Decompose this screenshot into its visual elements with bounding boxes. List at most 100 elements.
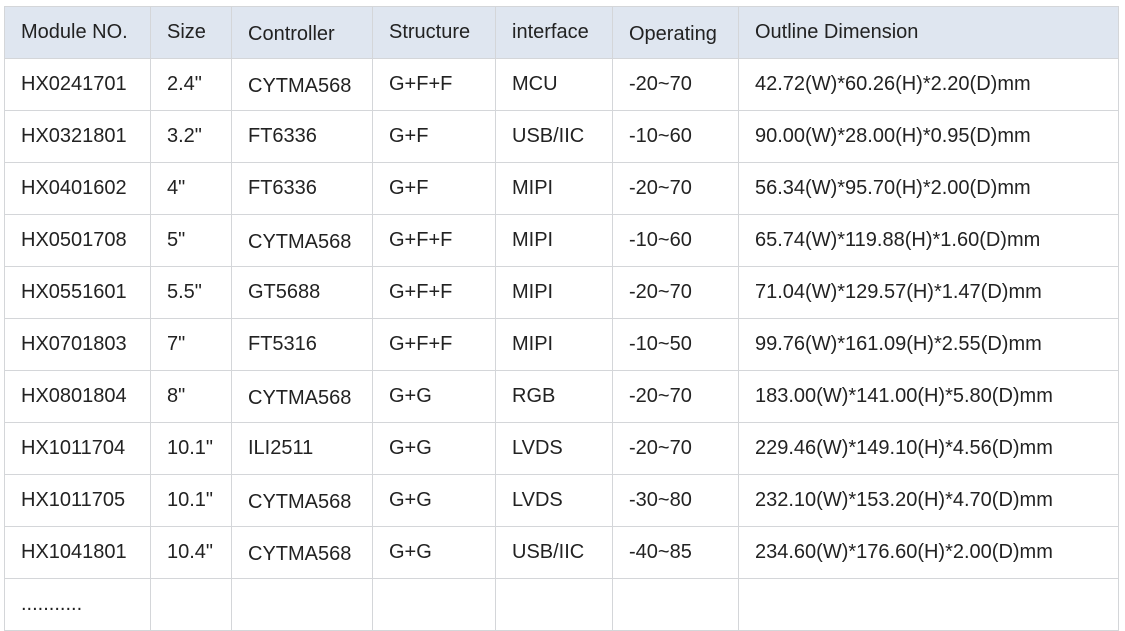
- cell-structure: G+G: [372, 422, 496, 475]
- cell-structure: G+F+F: [372, 58, 496, 111]
- cell-controller: GT5688: [231, 266, 373, 319]
- cell-empty: [372, 578, 496, 631]
- cell-structure: G+F+F: [372, 214, 496, 267]
- cell-outline-dimension: 42.72(W)*60.26(H)*2.20(D)mm: [738, 58, 1119, 111]
- cell-controller-label: CYTMA568: [248, 230, 352, 253]
- cell-size: 4": [150, 162, 232, 215]
- cell-interface: LVDS: [495, 474, 613, 527]
- header-structure: Structure: [372, 6, 496, 59]
- cell-size: 7": [150, 318, 232, 371]
- cell-operating: -20~70: [612, 266, 739, 319]
- cell-outline-dimension: 234.60(W)*176.60(H)*2.00(D)mm: [738, 526, 1119, 579]
- header-interface: interface: [495, 6, 613, 59]
- cell-size: 5.5": [150, 266, 232, 319]
- cell-controller: FT6336: [231, 162, 373, 215]
- table-row-ellipsis: ...........: [4, 578, 1119, 631]
- cell-outline-dimension: 99.76(W)*161.09(H)*2.55(D)mm: [738, 318, 1119, 371]
- cell-outline-dimension: 56.34(W)*95.70(H)*2.00(D)mm: [738, 162, 1119, 215]
- cell-interface: LVDS: [495, 422, 613, 475]
- cell-module-no: HX0701803: [4, 318, 151, 371]
- cell-operating: -20~70: [612, 422, 739, 475]
- cell-interface: USB/IIC: [495, 526, 613, 579]
- cell-module-no: HX0401602: [4, 162, 151, 215]
- cell-outline-dimension: 232.10(W)*153.20(H)*4.70(D)mm: [738, 474, 1119, 527]
- table-row: HX1011705 10.1" CYTMA568 G+G LVDS -30~80…: [4, 474, 1119, 527]
- cell-module-no: HX0241701: [4, 58, 151, 111]
- module-spec-table: Module NO. Size Controller Structure int…: [4, 6, 1119, 631]
- table-row: HX0321801 3.2" FT6336 G+F USB/IIC -10~60…: [4, 110, 1119, 163]
- cell-module-no: HX0551601: [4, 266, 151, 319]
- cell-interface: MIPI: [495, 266, 613, 319]
- cell-operating: -20~70: [612, 58, 739, 111]
- cell-module-no: HX1011705: [4, 474, 151, 527]
- cell-outline-dimension: 229.46(W)*149.10(H)*4.56(D)mm: [738, 422, 1119, 475]
- cell-structure: G+F+F: [372, 266, 496, 319]
- header-outline-dimension: Outline Dimension: [738, 6, 1119, 59]
- cell-empty: [738, 578, 1119, 631]
- cell-operating: -40~85: [612, 526, 739, 579]
- cell-size: 3.2": [150, 110, 232, 163]
- cell-interface: RGB: [495, 370, 613, 423]
- header-module-no: Module NO.: [4, 6, 151, 59]
- cell-operating: -10~60: [612, 110, 739, 163]
- table-row: HX0801804 8" CYTMA568 G+G RGB -20~70 183…: [4, 370, 1119, 423]
- table-row: HX1041801 10.4" CYTMA568 G+G USB/IIC -40…: [4, 526, 1119, 579]
- header-operating-label: Operating: [629, 22, 717, 45]
- cell-controller: FT6336: [231, 110, 373, 163]
- table-header-row: Module NO. Size Controller Structure int…: [4, 6, 1119, 59]
- cell-controller-label: CYTMA568: [248, 386, 352, 409]
- cell-controller: CYTMA568: [231, 370, 373, 423]
- cell-structure: G+G: [372, 526, 496, 579]
- cell-outline-dimension: 65.74(W)*119.88(H)*1.60(D)mm: [738, 214, 1119, 267]
- cell-outline-dimension: 71.04(W)*129.57(H)*1.47(D)mm: [738, 266, 1119, 319]
- header-operating: Operating: [612, 6, 739, 59]
- cell-interface: MCU: [495, 58, 613, 111]
- cell-controller: ILI2511: [231, 422, 373, 475]
- cell-structure: G+F: [372, 110, 496, 163]
- cell-empty: [495, 578, 613, 631]
- table-row: HX0501708 5" CYTMA568 G+F+F MIPI -10~60 …: [4, 214, 1119, 267]
- cell-controller: CYTMA568: [231, 474, 373, 527]
- table-row: HX0241701 2.4" CYTMA568 G+F+F MCU -20~70…: [4, 58, 1119, 111]
- cell-module-no: HX0801804: [4, 370, 151, 423]
- cell-size: 5": [150, 214, 232, 267]
- header-controller: Controller: [231, 6, 373, 59]
- cell-structure: G+F: [372, 162, 496, 215]
- cell-structure: G+G: [372, 370, 496, 423]
- cell-controller: CYTMA568: [231, 526, 373, 579]
- cell-empty: [612, 578, 739, 631]
- cell-module-no: HX0321801: [4, 110, 151, 163]
- cell-operating: -10~60: [612, 214, 739, 267]
- cell-operating: -20~70: [612, 162, 739, 215]
- cell-operating: -20~70: [612, 370, 739, 423]
- cell-interface: MIPI: [495, 318, 613, 371]
- cell-ellipsis: ...........: [4, 578, 151, 631]
- table-row: HX0701803 7" FT5316 G+F+F MIPI -10~50 99…: [4, 318, 1119, 371]
- cell-interface: MIPI: [495, 214, 613, 267]
- cell-size: 10.1": [150, 422, 232, 475]
- cell-controller: CYTMA568: [231, 214, 373, 267]
- cell-size: 2.4": [150, 58, 232, 111]
- cell-size: 10.1": [150, 474, 232, 527]
- table-row: HX0551601 5.5" GT5688 G+F+F MIPI -20~70 …: [4, 266, 1119, 319]
- cell-empty: [150, 578, 232, 631]
- cell-operating: -10~50: [612, 318, 739, 371]
- cell-controller: CYTMA568: [231, 58, 373, 111]
- cell-controller-label: CYTMA568: [248, 74, 352, 97]
- cell-outline-dimension: 90.00(W)*28.00(H)*0.95(D)mm: [738, 110, 1119, 163]
- cell-structure: G+F+F: [372, 318, 496, 371]
- table-row: HX0401602 4" FT6336 G+F MIPI -20~70 56.3…: [4, 162, 1119, 215]
- header-size: Size: [150, 6, 232, 59]
- cell-controller: FT5316: [231, 318, 373, 371]
- cell-controller-label: CYTMA568: [248, 542, 352, 565]
- cell-size: 8": [150, 370, 232, 423]
- cell-size: 10.4": [150, 526, 232, 579]
- cell-interface: MIPI: [495, 162, 613, 215]
- cell-module-no: HX1041801: [4, 526, 151, 579]
- table-row: HX1011704 10.1" ILI2511 G+G LVDS -20~70 …: [4, 422, 1119, 475]
- header-controller-label: Controller: [248, 22, 335, 45]
- cell-interface: USB/IIC: [495, 110, 613, 163]
- cell-operating: -30~80: [612, 474, 739, 527]
- cell-module-no: HX1011704: [4, 422, 151, 475]
- cell-module-no: HX0501708: [4, 214, 151, 267]
